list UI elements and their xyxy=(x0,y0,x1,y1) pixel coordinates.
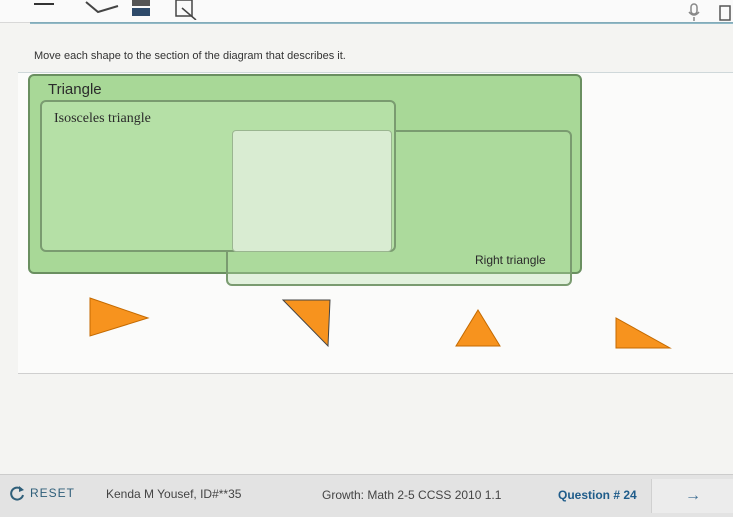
arrow-right-icon: → xyxy=(685,487,701,504)
reset-label: RESET xyxy=(30,486,76,500)
reset-button[interactable]: RESET xyxy=(8,485,75,501)
student-name: Kenda M Yousef, ID#**35 xyxy=(106,487,242,501)
reset-icon xyxy=(10,486,24,501)
triangle-shape-4[interactable] xyxy=(615,317,672,349)
triangle-shape-1[interactable] xyxy=(89,297,150,337)
triangle-shape-2[interactable] xyxy=(281,299,331,348)
triangle-shape-3[interactable] xyxy=(455,309,501,347)
next-button[interactable]: → xyxy=(651,479,733,513)
shape-bank xyxy=(89,297,672,349)
test-name: Growth: Math 2-5 CCSS 2010 1.1 xyxy=(322,488,502,502)
question-number: Question # 24 xyxy=(558,488,637,502)
